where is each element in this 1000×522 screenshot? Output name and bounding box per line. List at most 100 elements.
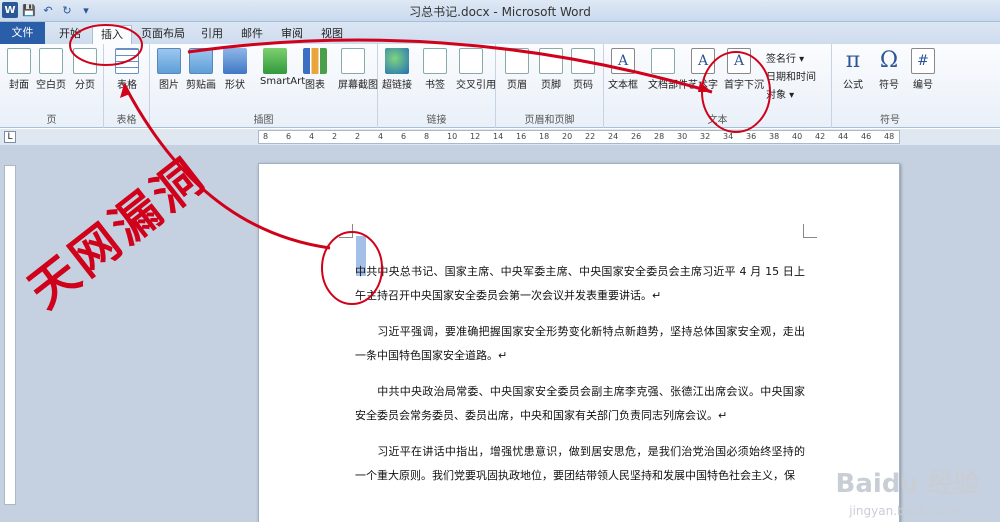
cover-button[interactable]: 封面: [4, 48, 34, 91]
group-label-header-footer: 页眉和页脚: [524, 115, 575, 126]
baidu-watermark-url: jingyan.baidu.com: [849, 504, 960, 518]
group-label-table: 表格: [116, 115, 137, 126]
bookmark-button[interactable]: 书签: [420, 48, 450, 91]
crop-mark-top-right: [803, 224, 817, 238]
group-symbols: π 公式 Ω 符号 # 编号 符号: [832, 44, 948, 128]
ruler-tick: 6: [401, 132, 407, 141]
omega-icon: Ω: [879, 48, 899, 73]
ruler-tick: 38: [769, 132, 780, 141]
ruler-tick: 4: [309, 132, 315, 141]
equation-button[interactable]: π 公式: [838, 48, 868, 91]
paragraph-2[interactable]: 习近平强调，要准确把握国家安全形势变化新特点新趋势，坚持总体国家安全观，走出一条…: [355, 320, 805, 368]
crop-mark-top-left: [339, 224, 353, 238]
group-label-links: 链接: [426, 115, 447, 126]
smartart-button[interactable]: SmartArt: [260, 48, 305, 87]
ruler-tick: 48: [884, 132, 895, 141]
tab-selector[interactable]: L: [4, 131, 16, 143]
tab-insert[interactable]: 插入: [92, 25, 132, 44]
symbol-button[interactable]: Ω 符号: [874, 48, 904, 91]
ribbon-insert: 封面 空白页 分页 页 表格 表格 图片 剪贴画 形状 SmartArt 图表 …: [0, 44, 1000, 128]
table-button[interactable]: 表格: [112, 48, 142, 91]
date-time-button[interactable]: 日期和时间: [766, 68, 816, 83]
tab-mailings[interactable]: 邮件: [236, 25, 268, 44]
footer-button[interactable]: 页脚: [536, 48, 566, 91]
paragraph-4[interactable]: 习近平在讲话中指出，增强忧患意识，做到居安思危，是我们治党治国必须始终坚持的一个…: [355, 440, 805, 488]
tab-view[interactable]: 视图: [316, 25, 348, 44]
group-links: 超链接 书签 交叉引用 链接: [378, 44, 496, 128]
text-box-button[interactable]: A 文本框: [608, 48, 638, 91]
ruler-tick: 18: [539, 132, 550, 141]
ruler-tick: 8: [424, 132, 430, 141]
clip-art-icon: [189, 48, 213, 74]
tab-file[interactable]: 文件: [0, 22, 45, 44]
chart-icon: [303, 48, 327, 74]
vertical-ruler[interactable]: [4, 165, 16, 505]
number-icon: #: [911, 48, 935, 74]
ruler-tick: 16: [516, 132, 527, 141]
header-button[interactable]: 页眉: [502, 48, 532, 91]
ribbon-tabs: 文件 开始 插入 页面布局 引用 邮件 审阅 视图: [0, 22, 1000, 44]
paragraph-1[interactable]: 中共中央总书记、国家主席、中央军委主席、中央国家安全委员会主席习近平 4 月 1…: [355, 260, 805, 308]
ruler-tick: 44: [838, 132, 849, 141]
ruler-tick: 26: [631, 132, 642, 141]
signature-line-button[interactable]: 签名行 ▾: [766, 50, 804, 65]
cover-icon: [7, 48, 31, 74]
group-illustrations: 图片 剪贴画 形状 SmartArt 图表 屏幕截图 插图: [150, 44, 378, 128]
cross-reference-button[interactable]: 交叉引用: [456, 48, 496, 91]
hyperlink-button[interactable]: 超链接: [382, 48, 412, 91]
pi-icon: π: [845, 48, 861, 73]
tab-references[interactable]: 引用: [196, 25, 228, 44]
baidu-watermark: Baidu 经验: [835, 469, 980, 499]
ruler-tick: 10: [447, 132, 458, 141]
page-number-icon: [571, 48, 595, 74]
screenshot-button[interactable]: 屏幕截图: [338, 48, 378, 91]
page-number-button[interactable]: 页码: [568, 48, 598, 91]
table-icon: [115, 48, 139, 74]
ruler-tick: 42: [815, 132, 826, 141]
drop-cap-button[interactable]: A 首字下沉: [724, 48, 764, 91]
picture-button[interactable]: 图片: [154, 48, 184, 91]
text-box-icon: A: [611, 48, 635, 74]
shapes-icon: [223, 48, 247, 74]
ruler-tick: 40: [792, 132, 803, 141]
screenshot-icon: [341, 48, 365, 74]
group-label-symbols: 符号: [880, 115, 900, 126]
tab-page-layout[interactable]: 页面布局: [138, 25, 188, 44]
numbering-button[interactable]: # 编号: [908, 48, 938, 91]
page-break-button[interactable]: 分页: [70, 48, 100, 91]
group-table: 表格 表格: [104, 44, 150, 128]
tab-review[interactable]: 审阅: [276, 25, 308, 44]
hyperlink-icon: [385, 48, 409, 74]
picture-icon: [157, 48, 181, 74]
ruler-tick: 32: [700, 132, 711, 141]
drop-cap-icon: A: [727, 48, 751, 74]
group-label-illustrations: 插图: [253, 115, 274, 126]
tab-home[interactable]: 开始: [52, 25, 88, 44]
chart-button[interactable]: 图表: [300, 48, 330, 91]
clip-art-button[interactable]: 剪贴画: [186, 48, 216, 91]
ruler-tick: 30: [677, 132, 688, 141]
ruler-tick: 46: [861, 132, 872, 141]
horizontal-ruler[interactable]: 8 6 4 2 2 4 6 8 10 12 14 16 18 20 22 24 26 28 30 32 34 36 38 40…: [258, 130, 900, 144]
object-button[interactable]: 对象 ▾: [766, 86, 794, 101]
shapes-button[interactable]: 形状: [220, 48, 250, 91]
blank-page-icon: [39, 48, 63, 74]
wordart-button[interactable]: A 艺术字: [688, 48, 718, 91]
quick-parts-button[interactable]: 文档部件: [648, 48, 688, 91]
page-break-icon: [73, 48, 97, 74]
blank-page-button[interactable]: 空白页: [36, 48, 66, 91]
document-page[interactable]: 中共中央总书记、国家主席、中央军委主席、中央国家安全委员会主席习近平 4 月 1…: [258, 163, 900, 522]
cross-reference-icon: [459, 48, 483, 74]
ruler-tick: 4: [378, 132, 384, 141]
group-header-footer: 页眉 页脚 页码 页眉和页脚: [496, 44, 604, 128]
ruler-tick: 22: [585, 132, 596, 141]
group-page: 封面 空白页 分页 页: [0, 44, 104, 128]
smartart-icon: [263, 48, 287, 74]
paragraph-3[interactable]: 中共中央政治局常委、中央国家安全委员会副主席李克强、张德江出席会议。中央国家安全…: [355, 380, 805, 428]
group-text: A 文本框 文档部件 A 艺术字 A 首字下沉 签名行 ▾ 日期和时间 对象 ▾ 文本: [604, 44, 832, 128]
ruler-tick: 28: [654, 132, 665, 141]
title-bar: W 💾 ↶ ↻ ▾ 习总书记.docx - Microsoft Word: [0, 0, 1000, 22]
ruler-tick: 6: [286, 132, 292, 141]
ruler-tick: 12: [470, 132, 481, 141]
quick-parts-icon: [651, 48, 675, 74]
